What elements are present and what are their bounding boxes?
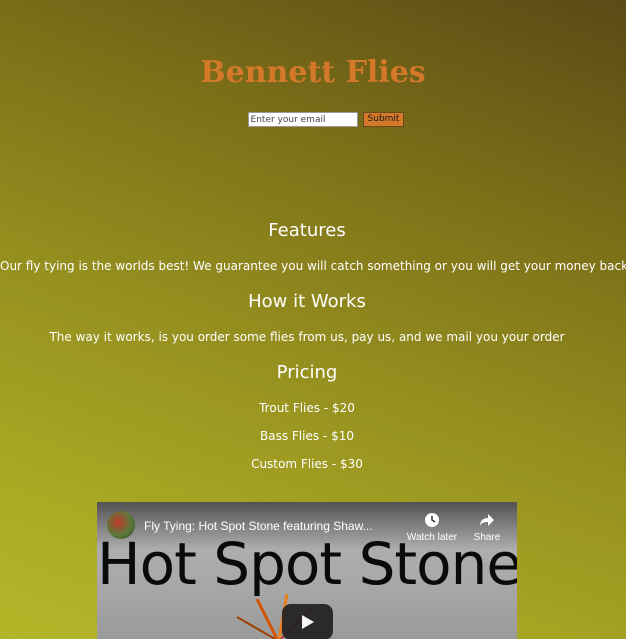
price-item-custom: Custom Flies - $30 xyxy=(251,457,363,471)
submit-button[interactable]: Submit xyxy=(362,112,405,127)
video-title[interactable]: Fly Tying: Hot Spot Stone featuring Shaw… xyxy=(144,519,373,533)
features-heading: Features xyxy=(268,220,346,241)
share-button[interactable]: Share xyxy=(469,512,505,543)
how-it-works-heading: How it Works xyxy=(248,291,366,312)
video-embed[interactable]: Hot Spot Stone Fly Tying: Hot Spot Stone… xyxy=(97,502,517,639)
how-it-works-text: The way it works, is you order some flie… xyxy=(49,330,565,344)
price-item-trout: Trout Flies - $20 xyxy=(259,401,355,415)
pricing-heading: Pricing xyxy=(276,362,338,383)
email-signup-form: Submit xyxy=(0,112,626,127)
features-text: Our fly tying is the worlds best! We gua… xyxy=(0,259,626,273)
watch-later-button[interactable]: Watch later xyxy=(402,512,462,543)
watch-later-label: Watch later xyxy=(406,532,458,543)
price-item-bass: Bass Flies - $10 xyxy=(260,429,354,443)
page-title: Bennett Flies xyxy=(200,55,426,90)
channel-avatar[interactable] xyxy=(107,511,135,539)
play-button[interactable] xyxy=(282,604,333,639)
share-icon xyxy=(480,514,494,526)
email-input[interactable] xyxy=(247,112,358,127)
share-label: Share xyxy=(473,532,501,543)
clock-icon xyxy=(425,513,439,527)
play-icon xyxy=(302,615,314,629)
